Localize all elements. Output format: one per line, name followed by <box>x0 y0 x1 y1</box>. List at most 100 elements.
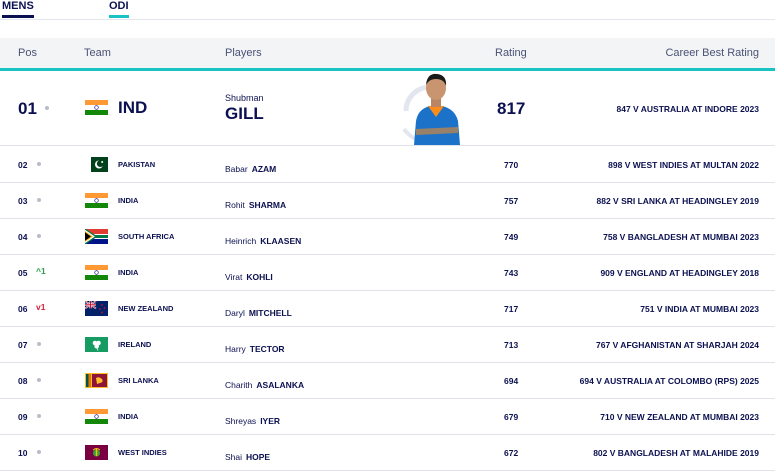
tab-odi-underline <box>109 15 129 18</box>
player-first-name: Shai <box>225 452 243 462</box>
row-rating: 770 <box>504 160 519 170</box>
top-team: IND <box>118 98 148 117</box>
player-first-name: Harry <box>225 344 246 354</box>
row-position: 05 <box>18 268 28 278</box>
row-rating: 713 <box>504 340 519 350</box>
row-player-name: Shreyas IYER <box>225 416 280 426</box>
player-first-name: Shreyas <box>225 416 257 426</box>
row-team: SRI LANKA <box>118 376 159 385</box>
sri-lanka-flag-icon <box>85 373 108 388</box>
table-row[interactable]: 02 PAKISTAN Babar AZAM 770 898 V WEST IND… <box>0 146 775 183</box>
table-row[interactable]: 09 INDIA Shreyas IYER 679 710 V NEW ZEALA… <box>0 398 775 435</box>
row-position: 07 <box>18 340 28 350</box>
table-header: Pos Team Players Rating Career Best Rati… <box>0 38 775 68</box>
table-row[interactable]: 06 v1 NEW ZEALAND Daryl MITCHELL 717 751 … <box>0 290 775 327</box>
row-position: 02 <box>18 160 28 170</box>
top-player-last-name: GILL <box>225 104 264 123</box>
row-career-best: 751 V INDIA AT MUMBAI 2023 <box>640 304 759 314</box>
no-change-icon <box>37 234 41 238</box>
india-flag-icon <box>85 409 108 424</box>
header-career-best: Career Best Rating <box>665 47 759 59</box>
player-last-name: TECTOR <box>249 344 285 354</box>
row-team: PAKISTAN <box>118 160 156 169</box>
no-change-icon <box>37 198 41 202</box>
row-rating: 717 <box>504 304 519 314</box>
new-zealand-flag-icon <box>85 301 108 316</box>
header-pos: Pos <box>18 47 37 59</box>
format-tabs: MENS ODI <box>0 0 775 20</box>
top-ranked-row[interactable]: 01 IND Shubman GILL 817 847 V AUSTRALIA … <box>0 71 775 146</box>
row-rating: 757 <box>504 196 519 206</box>
player-last-name: MITCHELL <box>248 308 292 318</box>
player-photo <box>402 73 460 145</box>
row-team: INDIA <box>118 196 139 205</box>
row-team: IRELAND <box>118 340 152 349</box>
tab-mens[interactable]: MENS <box>2 0 34 18</box>
south-africa-flag-icon <box>85 229 108 244</box>
top-rating: 817 <box>497 99 526 118</box>
top-player-first-name: Shubman <box>225 93 264 103</box>
row-career-best: 882 V SRI LANKA AT HEADINGLEY 2019 <box>596 196 760 206</box>
rank-down-icon: v1 <box>36 302 46 312</box>
no-change-icon <box>37 414 41 418</box>
row-position: 08 <box>18 376 28 386</box>
row-team: SOUTH AFRICA <box>118 232 175 241</box>
player-first-name: Heinrich <box>225 236 257 246</box>
row-career-best: 694 V AUSTRALIA AT COLOMBO (RPS) 2025 <box>579 376 759 386</box>
india-flag-icon <box>85 100 108 115</box>
row-position: 06 <box>18 304 28 314</box>
player-last-name: HOPE <box>246 452 271 462</box>
row-player-name: Virat KOHLI <box>225 272 273 282</box>
player-last-name: ASALANKA <box>256 380 305 390</box>
row-rating: 694 <box>504 376 519 386</box>
row-rating: 743 <box>504 268 519 278</box>
top-career-best: 847 V AUSTRALIA AT INDORE 2023 <box>616 104 760 114</box>
row-position: 04 <box>18 232 28 242</box>
ireland-cricket-flag-icon <box>85 337 108 352</box>
header-players: Players <box>225 47 262 59</box>
row-player-name: Babar AZAM <box>225 164 276 174</box>
table-row[interactable]: 05 ^1 INDIA Virat KOHLI 743 909 V ENGLAND… <box>0 254 775 291</box>
row-career-best: 767 V AFGHANISTAN AT SHARJAH 2024 <box>596 340 759 350</box>
tab-mens-underline <box>2 15 34 18</box>
tab-mens-label: MENS <box>2 0 34 12</box>
tab-odi[interactable]: ODI <box>109 0 129 18</box>
no-change-icon <box>37 378 41 382</box>
player-first-name: Rohit <box>225 200 245 210</box>
row-career-best: 802 V BANGLADESH AT MALAHIDE 2019 <box>593 448 759 458</box>
no-change-icon <box>45 106 49 110</box>
player-last-name: KLAASEN <box>260 236 302 246</box>
tab-odi-label: ODI <box>109 0 129 12</box>
row-player-name: Daryl MITCHELL <box>225 308 292 318</box>
row-position: 03 <box>18 196 28 206</box>
pakistan-flag-icon <box>85 157 108 172</box>
player-first-name: Charith <box>225 380 253 390</box>
row-team: INDIA <box>118 412 139 421</box>
row-player-name: Harry TECTOR <box>225 344 285 354</box>
table-row[interactable]: 10 WEST INDIES Shai HOPE 672 802 V BANGLA… <box>0 434 775 471</box>
table-row[interactable]: 07 IRELAND Harry TECTOR 713 767 V AFGHANI… <box>0 326 775 363</box>
player-first-name: Babar <box>225 164 248 174</box>
player-first-name: Virat <box>225 272 243 282</box>
row-player-name: Rohit SHARMA <box>225 200 286 210</box>
table-row[interactable]: 04 SOUTH AFRICA Heinrich KLAASEN 749 758 … <box>0 218 775 255</box>
row-player-name: Heinrich KLAASEN <box>225 236 301 246</box>
header-rating: Rating <box>495 47 527 59</box>
row-team: INDIA <box>118 268 139 277</box>
row-position: 09 <box>18 412 28 422</box>
table-row[interactable]: 08 SRI LANKA Charith ASALANKA 694 694 V A… <box>0 362 775 399</box>
no-change-icon <box>37 342 41 346</box>
row-career-best: 898 V WEST INDIES AT MULTAN 2022 <box>608 160 759 170</box>
table-row[interactable]: 03 INDIA Rohit SHARMA 757 882 V SRI LANKA… <box>0 182 775 219</box>
no-change-icon <box>37 450 41 454</box>
row-rating: 679 <box>504 412 519 422</box>
row-player-name: Shai HOPE <box>225 452 270 462</box>
player-last-name: AZAM <box>251 164 277 174</box>
player-last-name: KOHLI <box>246 272 273 282</box>
header-team: Team <box>84 47 111 59</box>
row-team: NEW ZEALAND <box>118 304 174 313</box>
row-team: WEST INDIES <box>118 448 167 457</box>
player-last-name: SHARMA <box>248 200 287 210</box>
no-change-icon <box>37 162 41 166</box>
player-last-name: IYER <box>260 416 281 426</box>
